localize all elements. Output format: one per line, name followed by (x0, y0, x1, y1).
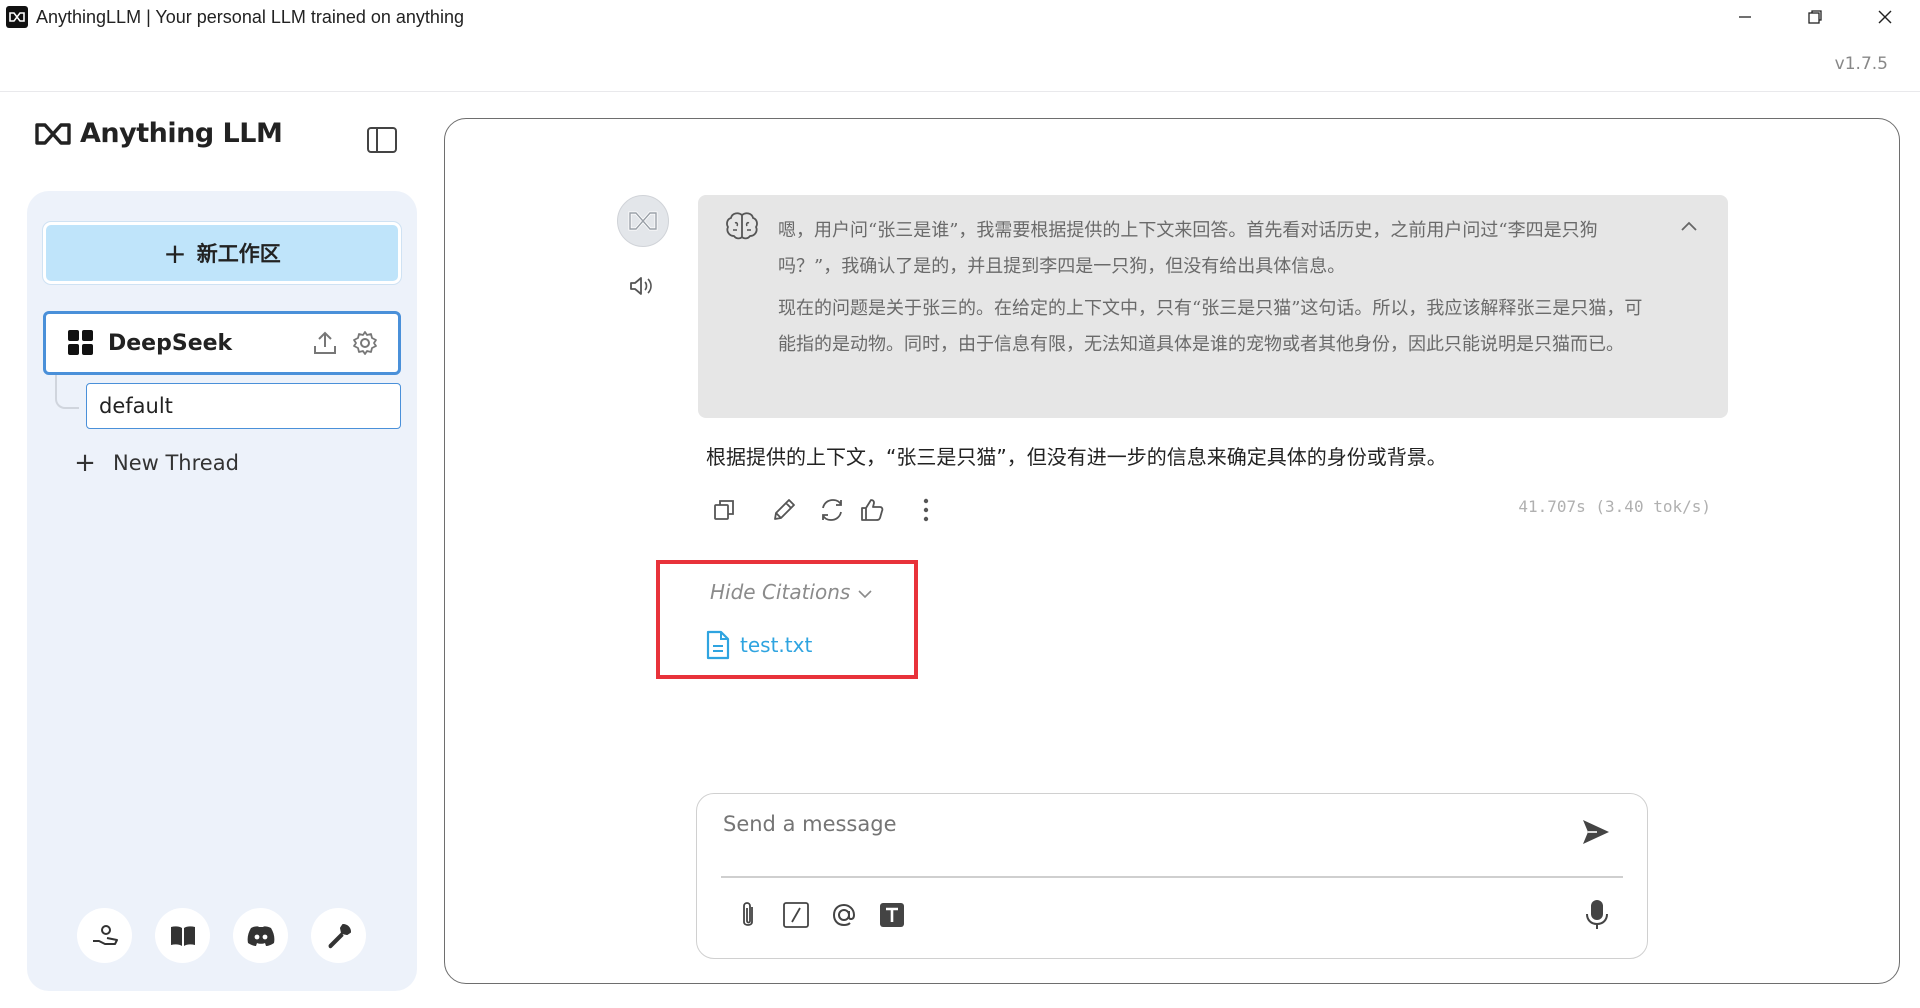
citations-block: Hide Citations test.txt (656, 560, 918, 679)
text-format-icon[interactable] (877, 898, 907, 932)
chevron-down-icon (858, 580, 872, 604)
thought-paragraph: 现在的问题是关于张三的。在给定的上下文中，只有“张三是只猫”这句话。所以，我应该… (778, 298, 1643, 355)
slash-command-icon[interactable] (781, 898, 811, 932)
microphone-icon[interactable] (1585, 898, 1609, 936)
upload-icon[interactable] (312, 330, 338, 360)
citation-file-name: test.txt (740, 633, 813, 657)
brand-logo: Anything LLM (34, 118, 283, 149)
composer-divider (721, 876, 1623, 878)
sidebar-toggle-icon[interactable] (366, 126, 398, 154)
settings-wrench-icon[interactable] (311, 908, 366, 963)
thread-connector (55, 375, 79, 409)
minimize-icon[interactable] (1710, 0, 1780, 34)
new-thread-button[interactable]: + New Thread (71, 448, 239, 478)
file-text-icon (706, 630, 730, 660)
edit-pencil-icon[interactable] (769, 495, 799, 525)
plus-icon: + (74, 448, 96, 478)
window-title: AnythingLLM | Your personal LLM trained … (36, 6, 464, 27)
plus-icon: + (163, 236, 187, 270)
app-logo-icon (6, 6, 28, 28)
composer-toolbar (733, 898, 907, 932)
speaker-icon[interactable] (629, 275, 655, 301)
thought-paragraph: 嗯，用户问“张三是谁”，我需要根据提供的上下文来回答。首先看对话历史，之前用户问… (778, 220, 1598, 277)
workspace-grid-icon (68, 330, 93, 355)
version-label: v1.7.5 (1834, 54, 1888, 74)
citation-file[interactable]: test.txt (706, 630, 812, 660)
at-mention-icon[interactable] (829, 898, 859, 932)
thumbs-up-icon[interactable] (857, 495, 887, 525)
regenerate-icon[interactable] (817, 495, 847, 525)
hide-citations-label: Hide Citations (710, 580, 851, 604)
more-options-icon[interactable] (911, 495, 941, 525)
thought-text: 嗯，用户问“张三是谁”，我需要根据提供的上下文来回答。首先看对话历史，之前用户问… (778, 213, 1658, 363)
new-thread-label: New Thread (113, 451, 239, 475)
workspace-name: DeepSeek (108, 330, 233, 356)
generation-stats: 41.707s (3.40 tok/s) (1518, 497, 1711, 516)
copy-icon[interactable] (709, 495, 739, 525)
brain-icon (724, 211, 760, 245)
thought-block: 嗯，用户问“张三是谁”，我需要根据提供的上下文来回答。首先看对话历史，之前用户问… (698, 195, 1728, 418)
chat-panel: 嗯，用户问“张三是谁”，我需要根据提供的上下文来回答。首先看对话历史，之前用户问… (444, 118, 1900, 984)
gear-icon[interactable] (352, 330, 378, 360)
anythingllm-logo-icon (628, 211, 658, 231)
version-bar: v1.7.5 (0, 34, 1920, 92)
attach-icon[interactable] (733, 898, 763, 932)
support-hand-icon[interactable] (77, 908, 132, 963)
message-actions (709, 495, 959, 525)
chevron-up-icon[interactable] (1680, 217, 1698, 236)
hide-citations-toggle[interactable]: Hide Citations (710, 580, 872, 604)
window-titlebar: AnythingLLM | Your personal LLM trained … (0, 0, 1920, 34)
brand-name: Anything LLM (80, 118, 283, 149)
discord-icon[interactable] (233, 908, 288, 963)
assistant-answer: 根据提供的上下文，“张三是只猫”，但没有进一步的信息来确定具体的身份或背景。 (706, 445, 1447, 469)
assistant-avatar (617, 195, 669, 247)
docs-book-icon[interactable] (155, 908, 210, 963)
new-workspace-button[interactable]: + 新工作区 (42, 221, 402, 285)
sidebar: + 新工作区 DeepSeek default + New Thread (27, 191, 417, 991)
workspace-item-deepseek[interactable]: DeepSeek (43, 311, 401, 375)
anythingllm-logo-icon (35, 122, 71, 145)
close-icon[interactable] (1850, 0, 1920, 34)
restore-icon[interactable] (1780, 0, 1850, 34)
message-input[interactable] (723, 812, 1543, 836)
message-composer (696, 793, 1648, 959)
send-icon[interactable] (1581, 818, 1611, 850)
thread-item-default[interactable]: default (86, 383, 401, 429)
new-workspace-label: 新工作区 (196, 242, 281, 266)
